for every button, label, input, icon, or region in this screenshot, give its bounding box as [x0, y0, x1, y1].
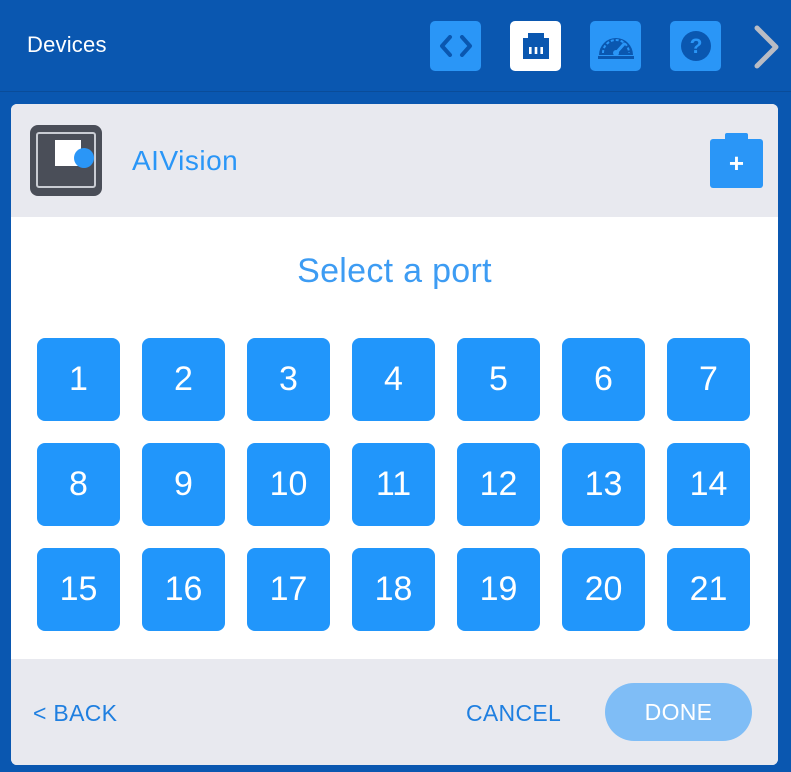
port-button-8[interactable]: 8 — [37, 443, 120, 526]
port-button-19[interactable]: 19 — [457, 548, 540, 631]
port-button-21[interactable]: 21 — [667, 548, 750, 631]
cancel-button[interactable]: CANCEL — [466, 700, 561, 727]
port-grid: 1 2 3 4 5 6 7 8 9 10 11 12 13 14 15 16 17 18 19 20 21 — [37, 338, 750, 631]
chevron-right-icon — [754, 25, 779, 69]
port-button-7[interactable]: 7 — [667, 338, 750, 421]
port-button-4[interactable]: 4 — [352, 338, 435, 421]
top-bar: Devices ? — [0, 0, 791, 92]
dashboard-button[interactable] — [590, 21, 641, 71]
device-name: AIVision — [132, 145, 239, 176]
code-button[interactable] — [430, 21, 481, 71]
help-button[interactable]: ? — [670, 21, 721, 71]
back-button[interactable]: < BACK — [33, 700, 117, 727]
devices-port-button[interactable] — [510, 21, 561, 71]
panel-footer: < BACK CANCEL DONE — [11, 659, 778, 765]
device-header: AIVision + — [11, 104, 778, 217]
select-port-title: Select a port — [297, 252, 492, 290]
port-button-15[interactable]: 15 — [37, 548, 120, 631]
port-button-18[interactable]: 18 — [352, 548, 435, 631]
port-icon — [522, 33, 549, 59]
code-icon — [439, 35, 472, 57]
port-button-12[interactable]: 12 — [457, 443, 540, 526]
plus-icon: + — [710, 139, 763, 188]
port-button-17[interactable]: 17 — [247, 548, 330, 631]
dashboard-gauge-icon — [597, 38, 634, 59]
port-selection-panel: AIVision + Select a port 1 2 3 4 5 6 7 8 9 10 11 12… — [11, 104, 778, 765]
port-button-13[interactable]: 13 — [562, 443, 645, 526]
add-device-button[interactable]: + — [710, 133, 763, 188]
ai-vision-sensor-icon — [30, 125, 102, 196]
port-button-10[interactable]: 10 — [247, 443, 330, 526]
port-button-1[interactable]: 1 — [37, 338, 120, 421]
port-button-9[interactable]: 9 — [142, 443, 225, 526]
port-button-14[interactable]: 14 — [667, 443, 750, 526]
port-button-16[interactable]: 16 — [142, 548, 225, 631]
port-button-20[interactable]: 20 — [562, 548, 645, 631]
port-button-6[interactable]: 6 — [562, 338, 645, 421]
next-button[interactable] — [748, 22, 784, 72]
help-icon: ? — [680, 31, 711, 61]
svg-text:?: ? — [689, 35, 702, 58]
port-button-11[interactable]: 11 — [352, 443, 435, 526]
done-button[interactable]: DONE — [605, 683, 752, 741]
page-title: Devices — [27, 32, 107, 57]
port-button-5[interactable]: 5 — [457, 338, 540, 421]
port-button-2[interactable]: 2 — [142, 338, 225, 421]
port-button-3[interactable]: 3 — [247, 338, 330, 421]
